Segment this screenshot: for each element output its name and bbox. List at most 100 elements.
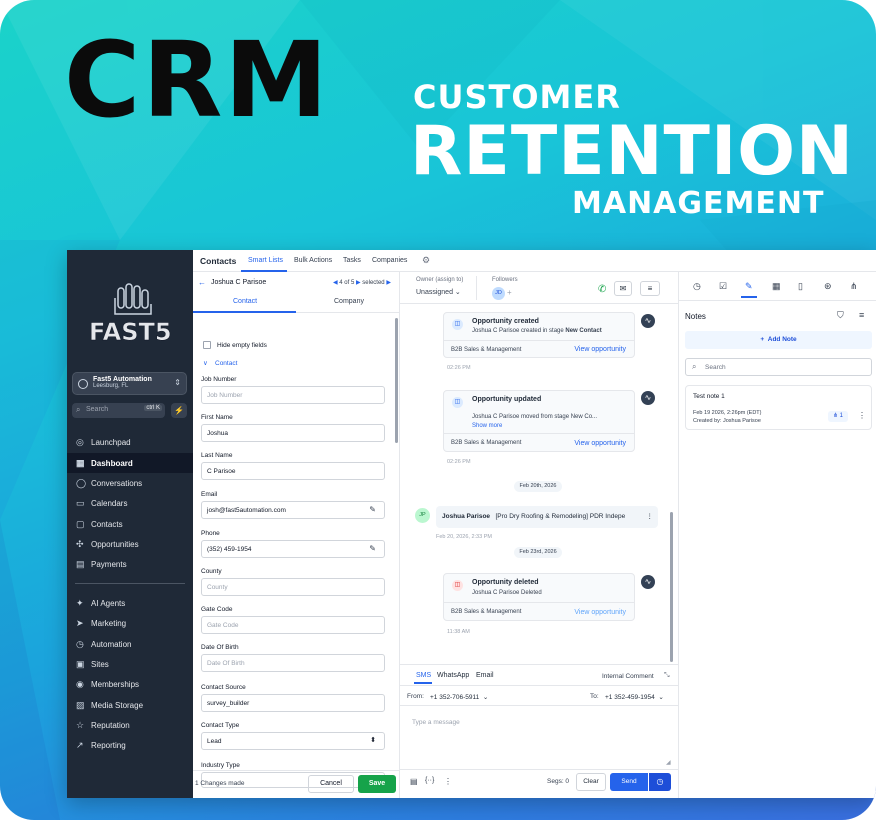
tab-company[interactable]: Company xyxy=(334,298,364,305)
message-input[interactable]: Type a message xyxy=(412,719,460,726)
tab-companies[interactable]: Companies xyxy=(372,257,407,264)
next-record-icon[interactable]: ▶ xyxy=(386,280,391,286)
collapse-icon[interactable]: ⤡ xyxy=(664,672,670,680)
scrollbar[interactable] xyxy=(395,318,398,443)
sidebar-item-opportunities[interactable]: ✣ Opportunities xyxy=(67,534,193,554)
crm-heading: CRM xyxy=(64,19,330,141)
more-vertical-icon[interactable]: ⋮ xyxy=(444,777,452,786)
add-follower-icon[interactable]: + xyxy=(507,288,512,297)
save-button[interactable]: Save xyxy=(358,775,396,793)
message-sender: Joshua Parisoe xyxy=(442,513,491,520)
notes-search-input[interactable]: ⌕ Search xyxy=(685,358,872,376)
document-icon[interactable]: ▯ xyxy=(798,281,803,292)
filter-icon[interactable]: ⛉ xyxy=(837,310,844,321)
channel-underline xyxy=(414,682,432,684)
back-arrow-icon[interactable]: ← xyxy=(198,278,206,287)
sidebar-item-automation[interactable]: ◷ Automation xyxy=(67,634,193,654)
quick-action-bolt-icon[interactable]: ⚡ xyxy=(171,403,187,418)
tab-tasks[interactable]: Tasks xyxy=(343,257,361,264)
account-switcher[interactable]: Fast5 Automation Leesburg, FL ⇕ xyxy=(72,372,187,395)
note-links-badge[interactable]: ⋔ 1 xyxy=(828,411,848,422)
from-number-select[interactable]: +1 352-706-5911 ⌄ xyxy=(430,693,488,701)
schedule-clock-icon[interactable]: ◷ xyxy=(649,773,671,791)
calendar-icon[interactable]: ▦ xyxy=(772,281,781,292)
first-name-input[interactable]: Joshua xyxy=(201,424,385,442)
email-field[interactable]: josh@fast5automation.com ✎ xyxy=(201,501,385,519)
edit-pencil-icon[interactable]: ✎ xyxy=(369,505,376,514)
chevron-down-icon: ⌄ xyxy=(658,694,664,701)
send-button[interactable]: Send xyxy=(610,773,648,791)
internal-comment-tab[interactable]: Internal Comment xyxy=(602,673,654,680)
more-vertical-icon[interactable]: ⋮ xyxy=(858,411,866,420)
last-name-input[interactable]: C Parisoe xyxy=(201,462,385,480)
message-bubble[interactable]: Joshua Parisoe [Pro Dry Roofing & Remode… xyxy=(436,506,658,528)
tab-smart-lists[interactable]: Smart Lists xyxy=(248,257,283,264)
sidebar-item-sites[interactable]: ▣ Sites xyxy=(67,654,193,674)
sidebar-item-ai-agents[interactable]: ✦ AI Agents xyxy=(67,593,193,613)
channel-sms[interactable]: SMS xyxy=(416,672,431,679)
notes-pencil-icon[interactable]: ✎ xyxy=(745,281,753,292)
more-vertical-icon[interactable]: ⋮ xyxy=(647,512,654,520)
channel-whatsapp[interactable]: WhatsApp xyxy=(437,672,469,679)
custom-values-icon[interactable]: {··} xyxy=(425,777,434,784)
sidebar-item-dashboard[interactable]: ▦ Dashboard xyxy=(67,453,193,473)
clear-button[interactable]: Clear xyxy=(576,773,606,791)
note-card[interactable]: Test note 1 Feb 19 2026, 2:26pm (EDT) Cr… xyxy=(685,385,872,430)
contact-type-select[interactable]: Lead ⬍ xyxy=(201,732,385,750)
sidebar-item-media-storage[interactable]: ▨ Media Storage xyxy=(67,695,193,715)
to-number-select[interactable]: +1 352-459-1954 ⌄ xyxy=(605,693,664,701)
sidebar-item-memberships[interactable]: ◉ Memberships xyxy=(67,674,193,694)
job-number-input[interactable]: Job Number xyxy=(201,386,385,404)
sidebar-item-reputation[interactable]: ☆ Reputation xyxy=(67,715,193,735)
chevron-down-icon: ⌄ xyxy=(454,289,461,296)
tab-underline xyxy=(193,311,296,313)
phone-field[interactable]: (352) 459-1954 ✎ xyxy=(201,540,385,558)
prev-arrow-icon[interactable]: ◀ xyxy=(333,280,338,286)
cancel-button[interactable]: Cancel xyxy=(308,775,354,793)
view-opportunity-link[interactable]: View opportunity xyxy=(574,440,626,447)
sidebar-item-reporting[interactable]: ↗ Reporting xyxy=(67,735,193,755)
owner-select[interactable]: Unassigned ⌄ xyxy=(416,288,461,296)
add-note-button[interactable]: + Add Note xyxy=(685,331,872,349)
phone-call-icon[interactable]: ✆ xyxy=(598,284,606,295)
sidebar-item-launchpad[interactable]: ◎ Launchpad xyxy=(67,432,193,452)
sidebar-item-calendars[interactable]: ▭ Calendars xyxy=(67,493,193,513)
view-opportunity-link[interactable]: View opportunity xyxy=(574,609,626,616)
edit-pencil-icon[interactable]: ✎ xyxy=(369,544,376,553)
sidebar-item-payments[interactable]: ▤ Payments xyxy=(67,554,193,574)
county-input[interactable]: County xyxy=(201,578,385,596)
attachment-icon[interactable]: ▤ xyxy=(410,777,418,786)
sidebar-item-contacts[interactable]: ▢ Contacts xyxy=(67,514,193,534)
filter-icon[interactable]: ≡ xyxy=(640,281,660,296)
sort-icon[interactable]: ≡ xyxy=(859,310,864,320)
hide-empty-checkbox[interactable] xyxy=(203,341,211,349)
history-icon[interactable]: ◷ xyxy=(693,281,701,292)
view-opportunity-link[interactable]: View opportunity xyxy=(574,346,626,353)
sidebar-search[interactable]: ⌕ Search ctrl K xyxy=(72,403,165,418)
activity-card: ◫ Opportunity updated Joshua C Parisoe m… xyxy=(443,390,635,452)
show-more-link[interactable]: Show more xyxy=(472,423,502,429)
scrollbar[interactable] xyxy=(670,512,673,662)
sidebar-item-conversations[interactable]: ◯ Conversations xyxy=(67,473,193,493)
email-icon[interactable]: ✉ xyxy=(614,281,632,296)
task-check-icon[interactable]: ☑ xyxy=(719,281,727,292)
chevron-down-icon[interactable]: ∨ xyxy=(203,359,208,367)
tab-contact[interactable]: Contact xyxy=(233,298,257,305)
section-contact-label[interactable]: Contact xyxy=(215,360,237,367)
contact-source-input[interactable]: survey_builder xyxy=(201,694,385,712)
gear-icon[interactable]: ⚙ xyxy=(422,255,430,266)
follower-avatar[interactable]: JD xyxy=(492,287,505,300)
account-name: Fast5 Automation xyxy=(93,376,152,383)
to-number: +1 352-459-1954 xyxy=(605,694,655,701)
sidebar-item-marketing[interactable]: ➤ Marketing xyxy=(67,613,193,633)
resize-handle-icon[interactable]: ◢ xyxy=(666,759,671,766)
next-arrow-icon[interactable]: ▶ xyxy=(356,280,361,286)
calendar-icon: ▭ xyxy=(76,498,85,508)
media-icon: ▨ xyxy=(76,700,85,710)
date-of-birth-input[interactable]: Date Of Birth xyxy=(201,654,385,672)
payment-icon[interactable]: ⊛ xyxy=(824,281,832,292)
workflow-icon[interactable]: ⋔ xyxy=(850,281,858,292)
tab-bulk-actions[interactable]: Bulk Actions xyxy=(294,257,332,264)
channel-email[interactable]: Email xyxy=(476,672,494,679)
gate-code-input[interactable]: Gate Code xyxy=(201,616,385,634)
